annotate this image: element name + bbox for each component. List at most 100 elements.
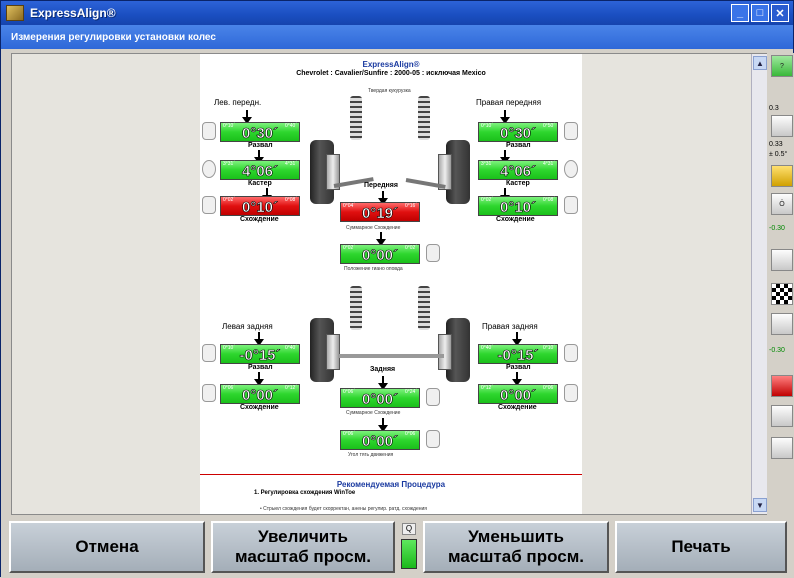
- rear-left-toe-value: 0°00´: [241, 387, 279, 405]
- print-label: Печать: [671, 537, 731, 556]
- measure-icon[interactable]: [771, 115, 793, 137]
- wrench-icon[interactable]: Ö: [771, 193, 793, 215]
- flag-icon[interactable]: [771, 283, 793, 305]
- caster-icon: [564, 160, 578, 178]
- rear-axle: [338, 354, 444, 358]
- rear-total-toe-value: 0°00´: [361, 391, 399, 409]
- setback-icon: [426, 244, 440, 262]
- front-left-camber-value: 0°30´: [241, 125, 279, 143]
- rear-right-toe-label: Схождение: [498, 404, 537, 411]
- front-right-toe-value: 0°10´: [499, 199, 537, 217]
- zoom-out-label-2: масштаб просм.: [448, 547, 584, 566]
- zoom-in-label-2: масштаб просм.: [235, 547, 371, 566]
- camber-icon: [202, 344, 216, 362]
- front-left-caster-value: 4°06´: [241, 163, 279, 181]
- zoom-level-bar: [401, 539, 417, 569]
- zoom-indicator: Q: [399, 523, 419, 571]
- front-right-title: Правая передняя: [476, 98, 542, 107]
- front-right-camber-gauge: 0°10´ 0°50´ 0°30´: [478, 122, 558, 142]
- thrust-angle-gauge: 0°06´ 0°06´ 0°00´: [340, 430, 420, 450]
- print-icon[interactable]: [771, 405, 793, 427]
- document-icon[interactable]: [771, 437, 793, 459]
- front-right-caster-label: Кастер: [506, 180, 530, 187]
- cancel-label: Отмена: [75, 537, 139, 556]
- help-icon[interactable]: ?: [771, 55, 793, 77]
- front-right-caster-gauge: 3°31´ 4°31´ 4°06´: [478, 160, 558, 180]
- screen-subtitle-bar: Измерения регулировки установки колес: [1, 25, 793, 49]
- side-value-3: ± 0.5°: [769, 151, 788, 158]
- front-total-toe-label: Суммарное Схождение: [346, 225, 401, 231]
- side-value-4: -0.30: [769, 225, 785, 232]
- front-left-toe-label: Схождение: [240, 216, 279, 223]
- window-title: ExpressAlign®: [30, 6, 116, 20]
- setback-label: Положение гиано оповда: [344, 266, 403, 272]
- rear-right-camber-label: Развал: [506, 364, 531, 371]
- vehicle-spec: Chevrolet : Cavalier/Sunfire : 2000-05 :…: [296, 70, 486, 77]
- vehicle-icon[interactable]: [771, 313, 793, 335]
- maximize-icon[interactable]: □: [751, 4, 769, 22]
- front-right-camber-value: 0°30´: [499, 125, 537, 143]
- procedure-note: • Стрыел схождения будет скорректан, ане…: [260, 506, 428, 512]
- rear-left-shock: [350, 286, 362, 330]
- tools-icon[interactable]: [771, 165, 793, 187]
- print-button[interactable]: Печать: [615, 521, 787, 573]
- setback-value: 0°00´: [361, 247, 399, 265]
- front-right-strut: [418, 96, 430, 140]
- side-value-2: 0.33: [769, 141, 783, 148]
- front-center-label: Передняя: [364, 182, 398, 189]
- thrust-icon: [426, 430, 440, 448]
- front-left-caster-gauge: 3°31´ 4°31´ 4°06´: [220, 160, 300, 180]
- alignment-icon[interactable]: [771, 249, 793, 271]
- report-brand: ExpressAlign®: [362, 60, 420, 69]
- toe-icon: [564, 196, 578, 214]
- zoom-in-label-1: Увеличить: [258, 527, 348, 546]
- front-right-camber-label: Развал: [506, 142, 531, 149]
- cancel-button[interactable]: Отмена: [9, 521, 205, 573]
- thrust-angle-value: 0°00´: [361, 433, 399, 451]
- setback-gauge: 0°02´ 0°02´ 0°00´: [340, 244, 420, 264]
- window-controls: _ □ ✕: [731, 4, 789, 22]
- rear-right-toe-value: 0°00´: [499, 387, 537, 405]
- zoom-out-button[interactable]: Уменьшить масштаб просм.: [423, 521, 609, 573]
- title-bar: ExpressAlign® _ □ ✕: [1, 1, 793, 25]
- rear-left-toe-gauge: 0°06´ 0°12´ 0°00´: [220, 384, 300, 404]
- front-left-caster-label: Кастер: [248, 180, 272, 187]
- zoom-in-button[interactable]: Увеличить масштаб просм.: [211, 521, 395, 573]
- toe-icon: [564, 384, 578, 402]
- section-divider: [200, 474, 582, 475]
- rear-right-camber-gauge: 0°40´ 0°10´ -0°15´: [478, 344, 558, 364]
- toe-icon: [202, 196, 216, 214]
- app-window: ExpressAlign® _ □ ✕ Измерения регулировк…: [0, 0, 794, 578]
- camber-icon: [202, 122, 216, 140]
- rear-right-camber-value: -0°15´: [497, 347, 539, 365]
- scroll-up-icon[interactable]: ▲: [753, 56, 767, 70]
- zoom-out-label-1: Уменьшить: [468, 527, 564, 546]
- minimize-icon[interactable]: _: [731, 4, 749, 22]
- scroll-down-icon[interactable]: ▼: [753, 498, 767, 512]
- procedure-item: 1. Регулировка схождения WinToe: [254, 490, 356, 496]
- front-left-title: Лев. передн.: [214, 98, 262, 107]
- front-left-strut: [350, 96, 362, 140]
- procedure-title: Рекомендуемая Процедура: [336, 480, 446, 489]
- screen-subtitle: Измерения регулировки установки колес: [11, 31, 216, 43]
- front-left-camber-label: Развал: [248, 142, 273, 149]
- rear-left-hub: [326, 334, 340, 370]
- thrust-angle-label: Угол тягь движения: [348, 452, 394, 458]
- rear-left-camber-gauge: 0°10´ 0°40´ -0°15´: [220, 344, 300, 364]
- toe-icon: [426, 388, 440, 406]
- report-viewer: ExpressAlign® Chevrolet : Cavalier/Sunfi…: [11, 53, 767, 515]
- rear-left-toe-label: Схождение: [240, 404, 279, 411]
- front-right-toe-label: Схождение: [496, 216, 535, 223]
- front-left-toe-value: 0°10´: [241, 199, 279, 217]
- report-icon[interactable]: [771, 375, 793, 397]
- front-right-toe-gauge: 0°02´ 0°08´ 0°10´: [478, 196, 558, 216]
- app-logo-icon: [6, 5, 24, 21]
- rear-center-label: Задняя: [370, 366, 396, 373]
- close-icon[interactable]: ✕: [771, 4, 789, 22]
- front-caption: Твердая кукурузка: [368, 88, 411, 94]
- rear-left-camber-value: -0°15´: [239, 347, 281, 365]
- toe-icon: [202, 384, 216, 402]
- bottom-button-bar: Отмена Увеличить масштаб просм. Q Уменьш…: [1, 515, 794, 578]
- vertical-scrollbar[interactable]: ▲ ▼: [751, 54, 767, 514]
- side-toolbar: ? 0.3 0.33 ± 0.5° Ö -0.30 -0.30: [769, 53, 794, 515]
